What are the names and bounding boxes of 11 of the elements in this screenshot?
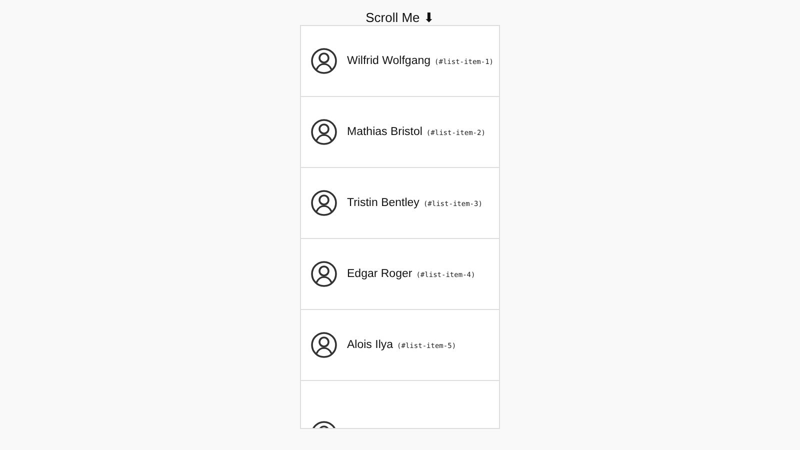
user-icon — [311, 332, 337, 358]
user-icon — [311, 119, 337, 145]
user-icon — [311, 261, 337, 287]
person-name: Tristin Bentley — [347, 197, 420, 209]
list-title: Scroll Me ⬇ — [366, 10, 434, 25]
person-name: Mathias Bristol — [347, 126, 422, 138]
person-name: Edgar Roger — [347, 268, 412, 280]
user-icon — [311, 48, 337, 74]
user-icon — [311, 190, 337, 216]
person-name: Alois Ilya — [347, 339, 394, 351]
person-name: Wilfrid Wolfgang — [347, 55, 431, 67]
